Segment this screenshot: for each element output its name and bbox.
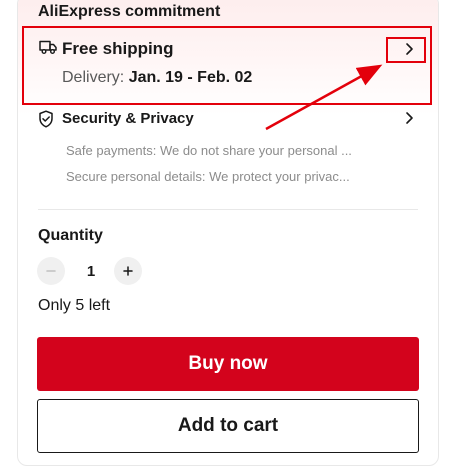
annotation-arrow bbox=[265, 64, 383, 131]
